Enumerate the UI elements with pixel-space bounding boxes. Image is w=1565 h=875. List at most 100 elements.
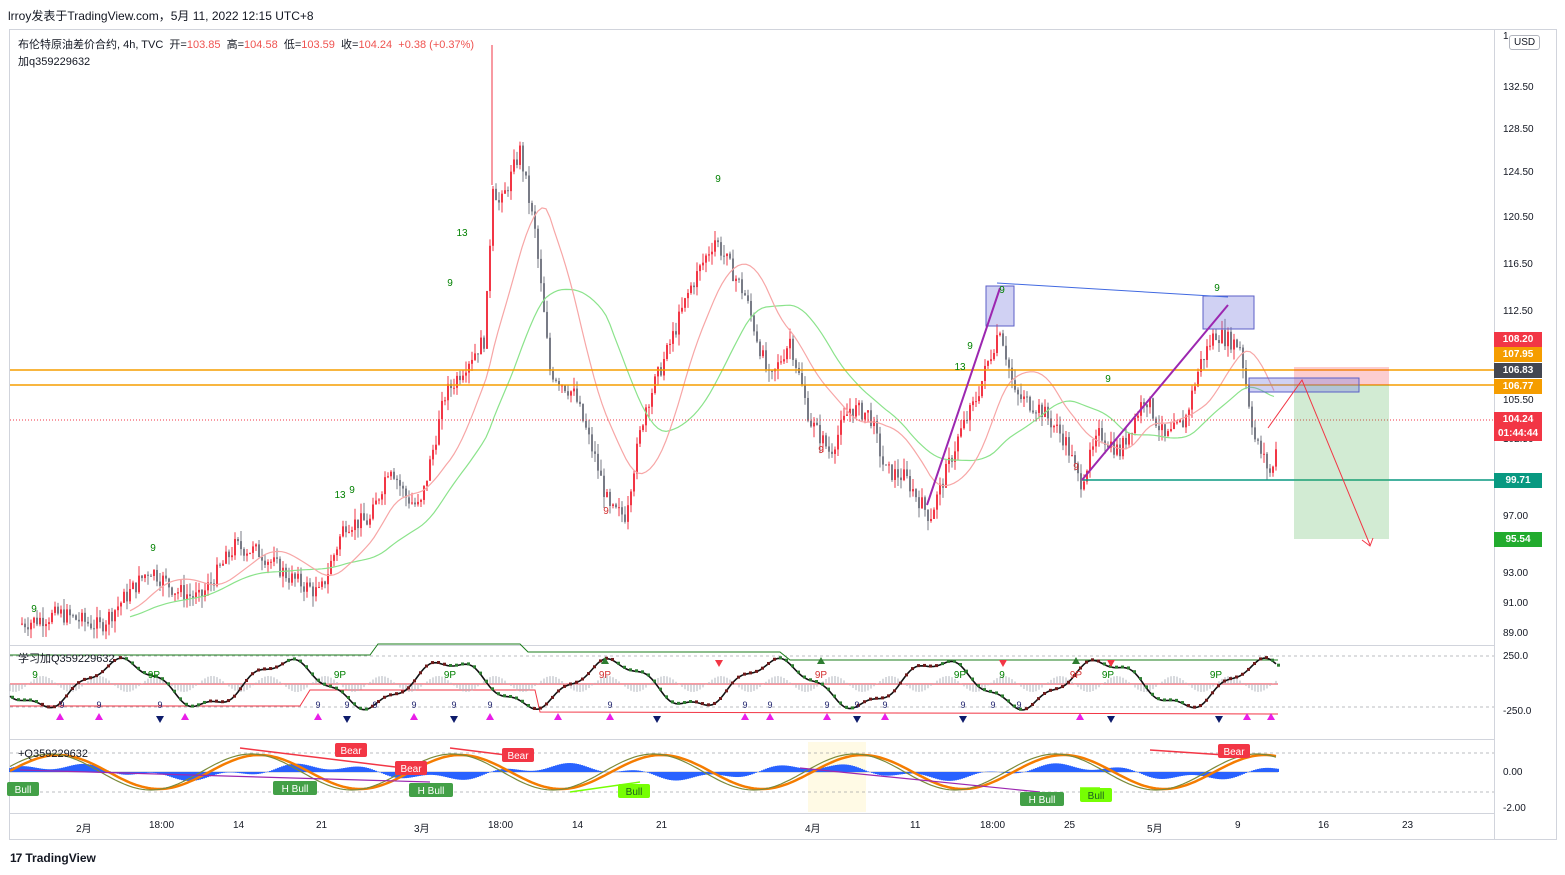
ind1-oscillator-dot xyxy=(863,700,866,704)
indicator2-title[interactable]: +Q359229632 xyxy=(18,748,88,760)
candle-body xyxy=(948,457,950,464)
candle-body xyxy=(411,502,413,504)
candle-body xyxy=(1260,440,1262,454)
indicator1-title[interactable]: 学习加Q359229632 xyxy=(18,650,115,666)
ind1-oscillator-dot xyxy=(989,689,992,693)
candle-body xyxy=(432,449,434,460)
ind1-oscillator-dot xyxy=(89,676,92,680)
candle-body xyxy=(282,567,284,577)
ind1-oscillator-dot xyxy=(833,694,836,698)
candle-body xyxy=(753,315,755,332)
ind1-oscillator-dot xyxy=(503,694,506,698)
ind1-upper-band xyxy=(10,643,1278,661)
candle-body xyxy=(513,159,515,172)
tradingview-footer[interactable]: 17 TradingView xyxy=(10,851,96,865)
time-tick: 18:00 xyxy=(149,820,175,831)
candle-body xyxy=(570,391,572,396)
candle-body xyxy=(1161,424,1163,431)
candle-body xyxy=(180,585,182,593)
candle-body xyxy=(786,348,788,360)
candle-body xyxy=(885,464,887,466)
candle-body xyxy=(642,425,644,431)
candle-body xyxy=(156,569,158,582)
candle-body xyxy=(906,469,908,477)
candle-body xyxy=(687,292,689,299)
candle-body xyxy=(918,497,920,509)
candle-body xyxy=(1068,437,1070,456)
candle-body xyxy=(1179,420,1181,423)
candle-body xyxy=(303,586,305,592)
candle-body xyxy=(1269,468,1271,473)
candle-body xyxy=(348,531,350,533)
ind1-oscillator-dot xyxy=(467,662,470,666)
ind1-oscillator-dot xyxy=(629,668,632,672)
ind1-oscillator-dot xyxy=(1199,704,1202,708)
ind1-oscillator-dot xyxy=(323,682,326,686)
ind1-oscillator-dot xyxy=(41,702,44,706)
candle-body xyxy=(1188,409,1190,416)
ind1-oscillator-dot xyxy=(1253,662,1256,666)
candle-body xyxy=(1071,455,1073,457)
ind1-oscillator-dot xyxy=(1277,663,1280,667)
ind1-oscillator-dot xyxy=(551,695,554,699)
candle-body xyxy=(60,609,62,614)
candle-body xyxy=(1080,473,1082,490)
candle-body xyxy=(312,586,314,597)
candle-body xyxy=(696,271,698,288)
candle-body xyxy=(636,443,638,474)
ind1-oscillator-dot xyxy=(1001,694,1004,698)
ind1-oscillator-dot xyxy=(1145,685,1148,689)
ind2-signal-label: Bear xyxy=(507,751,529,762)
candle-body xyxy=(285,567,287,579)
candle-body xyxy=(624,514,626,522)
candle-body xyxy=(429,459,431,481)
ind1-oscillator-dot xyxy=(803,675,806,679)
symbol-name: 布伦特原油差价合约, 4h, TVC xyxy=(18,39,164,51)
ind1-oscillator-dot xyxy=(821,682,824,686)
candle-body xyxy=(1032,410,1034,413)
candle-body xyxy=(564,385,566,392)
pattern-leg-1 xyxy=(926,287,1001,506)
sell-triangle-icon xyxy=(156,716,164,723)
ind1-oscillator-dot xyxy=(635,669,638,673)
candle-body xyxy=(1215,333,1217,341)
ind1-oscillator-dot xyxy=(257,668,260,672)
ind1-oscillator-dot xyxy=(281,662,284,666)
symbol-legend[interactable]: 布伦特原油差价合约, 4h, TVC 开=103.85 高=104.58 低=1… xyxy=(18,36,474,52)
candle-body xyxy=(318,586,320,588)
candle-body xyxy=(711,251,713,255)
candle-body xyxy=(453,387,455,389)
candle-body xyxy=(141,575,143,579)
candle-body xyxy=(138,575,140,593)
ind1-oscillator-dot xyxy=(695,700,698,704)
candle-body xyxy=(729,253,731,259)
candle-body xyxy=(72,615,74,617)
ind1-oscillator-dot xyxy=(779,656,782,660)
candle-body xyxy=(882,456,884,465)
ind1-oscillator-dot xyxy=(359,706,362,710)
candle-body xyxy=(543,283,545,312)
time-tick: 18:00 xyxy=(980,820,1006,831)
candle-body xyxy=(669,343,671,345)
ind2-signal-label: Bear xyxy=(340,746,362,757)
candle-body xyxy=(378,499,380,501)
td-count-label: 9 xyxy=(818,445,824,456)
candle-body xyxy=(531,202,533,212)
ind1-oscillator-dot xyxy=(491,687,494,691)
candle-body xyxy=(627,505,629,522)
ind1-oscillator-dot xyxy=(827,687,830,691)
candle-body xyxy=(174,593,176,595)
main-chart-canvas[interactable]: 9913 913999913999999 9P 9P 9P 9P 9P 9P 9 9P 9P 9P9 9… xyxy=(0,0,1565,875)
ind1-oscillator-dot xyxy=(923,663,926,667)
candle-body xyxy=(87,621,89,624)
ind1-signal-label: 9P xyxy=(1070,670,1083,681)
currency-button[interactable]: USD xyxy=(1509,35,1541,50)
ind1-oscillator-dot xyxy=(173,689,176,693)
candle-body xyxy=(258,544,260,558)
price-label: 107.95 xyxy=(1494,347,1542,362)
candle-body xyxy=(567,391,569,396)
ind1-oscillator-dot xyxy=(869,697,872,701)
candle-body xyxy=(924,497,926,510)
ind1-oscillator-dot xyxy=(53,705,56,709)
candle-body xyxy=(765,350,767,370)
